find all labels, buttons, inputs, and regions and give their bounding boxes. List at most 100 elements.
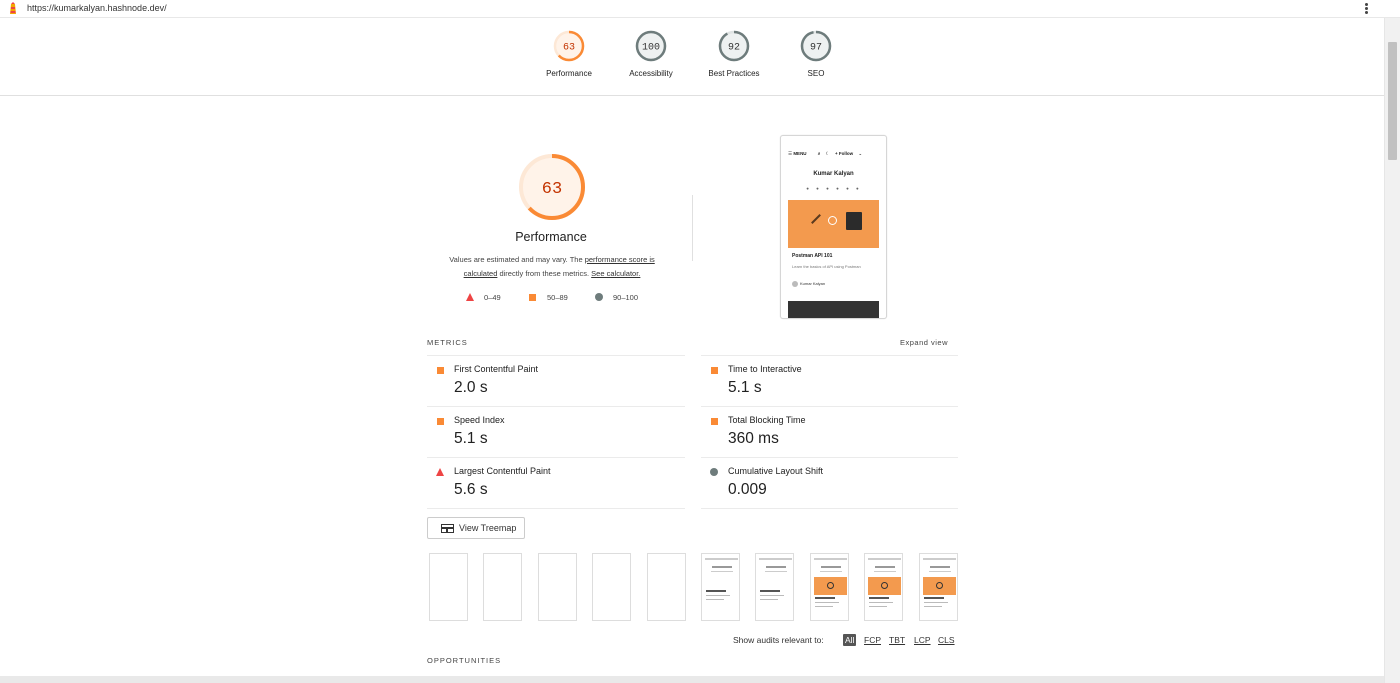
metrics-header: METRICS (427, 338, 468, 347)
square-icon (437, 367, 444, 374)
gauge-label: Best Practices (708, 69, 760, 78)
see-calculator-link[interactable]: See calculator. (591, 269, 640, 278)
metric-lcp: Largest Contentful Paint 5.6 s (427, 457, 685, 507)
preview-dark-card (788, 301, 879, 318)
gauge-label: Performance (546, 69, 592, 78)
filmstrip-frame (755, 553, 794, 621)
gauge-label: SEO (807, 69, 825, 78)
filter-chip-tbt[interactable]: TBT (887, 634, 907, 646)
avatar (792, 281, 798, 287)
metric-title: Speed Index (454, 415, 505, 425)
menu-icon: ☰ (788, 151, 793, 156)
lighthouse-logo-icon (10, 2, 16, 14)
svg-text:63: 63 (563, 43, 575, 54)
more-options-icon[interactable] (1362, 2, 1370, 16)
metric-value: 0.009 (728, 481, 767, 498)
preview-nav-label: MENU (793, 151, 807, 156)
treemap-icon (441, 524, 454, 533)
divider (701, 508, 958, 509)
metric-si: Speed Index 5.1 s (427, 406, 685, 456)
gauge-ring-icon: 92 (718, 30, 750, 62)
metric-cls: Cumulative Layout Shift 0.009 (701, 457, 958, 507)
triangle-icon (436, 468, 444, 476)
filmstrip-frame (864, 553, 903, 621)
gauge-best-practices[interactable]: 92 Best Practices (692, 30, 776, 78)
chevron-down-icon: ⌄ (858, 151, 863, 156)
preview-post-sub: Learn the basics of API using Postman (792, 264, 861, 269)
gauge-label: Accessibility (629, 69, 673, 78)
performance-title: Performance (515, 230, 587, 244)
filter-chip-fcp[interactable]: FCP (862, 634, 883, 646)
preview-social-icons: ● ● ● ● ● ● (806, 186, 862, 191)
filter-chip-all[interactable]: All (843, 634, 857, 646)
preview-follow: Follow (838, 151, 854, 156)
square-icon (711, 418, 718, 425)
filmstrip-frame (592, 553, 631, 621)
performance-score-gauge: 63 (519, 154, 585, 220)
filter-chip-cls[interactable]: CLS (936, 634, 957, 646)
filter-chip-lcp[interactable]: LCP (912, 634, 933, 646)
square-icon (437, 418, 444, 425)
metric-value: 5.6 s (454, 481, 488, 498)
filmstrip-frame (483, 553, 522, 621)
vertical-scrollbar[interactable] (1384, 18, 1400, 683)
square-icon (711, 367, 718, 374)
metric-title: Largest Contentful Paint (454, 466, 551, 476)
page-url: https://kumarkalyan.hashnode.dev/ (27, 3, 167, 13)
svg-text:63: 63 (542, 180, 562, 199)
scrollbar-thumb[interactable] (1388, 42, 1397, 160)
metric-title: Total Blocking Time (728, 415, 806, 425)
circle-icon (595, 293, 603, 301)
filmstrip-frame (810, 553, 849, 621)
divider (692, 195, 693, 261)
preview-nav: ☰ MENU ⌕ ☾ + Follow ⌄ (788, 151, 862, 157)
filmstrip-frame (647, 553, 686, 621)
gauge-ring-icon: 100 (635, 30, 667, 62)
expand-view-toggle[interactable]: Expand view (900, 338, 948, 347)
audit-filter-label: Show audits relevant to: (733, 635, 824, 645)
final-screenshot[interactable]: ☰ MENU ⌕ ☾ + Follow ⌄ Kumar Kalyan ● ● ●… (780, 135, 887, 319)
filmstrip-frame (538, 553, 577, 621)
svg-text:97: 97 (810, 43, 822, 54)
triangle-icon (466, 293, 474, 301)
metric-fcp: First Contentful Paint 2.0 s (427, 355, 685, 405)
metric-title: Time to Interactive (728, 364, 802, 374)
gauge-performance[interactable]: 63 Performance (527, 30, 611, 78)
preview-post-title: Postman API 101 (792, 253, 833, 259)
horizontal-scrollbar[interactable] (0, 676, 1384, 683)
metric-value: 5.1 s (454, 430, 488, 447)
divider (427, 508, 685, 509)
metric-title: Cumulative Layout Shift (728, 466, 824, 476)
circle-icon (710, 468, 718, 476)
search-icon: ⌕ (817, 151, 821, 156)
metric-tti: Time to Interactive 5.1 s (701, 355, 958, 405)
svg-text:92: 92 (728, 43, 740, 54)
metric-tbt: Total Blocking Time 360 ms (701, 406, 958, 456)
legend-range: 50–89 (547, 293, 568, 302)
metric-value: 360 ms (728, 430, 779, 447)
filmstrip-frame (919, 553, 958, 621)
metric-value: 2.0 s (454, 379, 488, 396)
legend-range: 0–49 (484, 293, 501, 302)
score-gauges-header: 63 Performance 100 Accessibility 92 Best… (0, 18, 1384, 96)
preview-author-name: Kumar Kalyan (813, 171, 854, 177)
plus-icon: + (834, 151, 838, 156)
filmstrip-frame (429, 553, 468, 621)
gauge-ring-icon: 63 (553, 30, 585, 62)
view-treemap-label: View Treemap (459, 523, 517, 533)
desc-text: Values are estimated and may vary. The (449, 255, 585, 264)
square-icon (529, 294, 536, 301)
view-treemap-button[interactable]: View Treemap (427, 517, 525, 539)
opportunities-header: OPPORTUNITIES (427, 656, 502, 665)
metric-value: 5.1 s (728, 379, 762, 396)
gauge-accessibility[interactable]: 100 Accessibility (609, 30, 693, 78)
desc-text: directly from these metrics. (497, 269, 592, 278)
url-bar: https://kumarkalyan.hashnode.dev/ (0, 0, 1400, 18)
preview-post-author: Kumar Kalyan (792, 281, 825, 287)
preview-cover-image (788, 200, 879, 248)
metric-title: First Contentful Paint (454, 364, 539, 374)
gauge-seo[interactable]: 97 SEO (774, 30, 858, 78)
moon-icon: ☾ (825, 151, 830, 156)
performance-description: Values are estimated and may vary. The p… (436, 253, 668, 281)
filmstrip-frame (701, 553, 740, 621)
